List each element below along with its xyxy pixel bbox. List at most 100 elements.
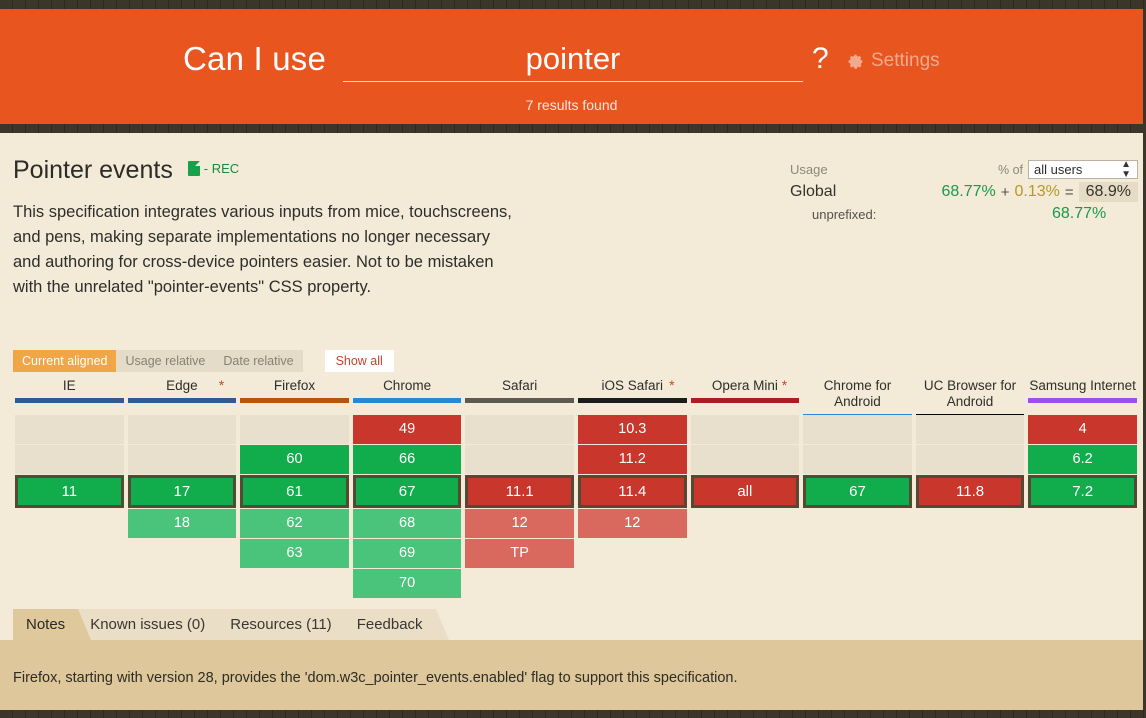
audience-select[interactable]: all users ▲ ▼ [1028,159,1138,179]
browser-color-bar [127,398,237,403]
browser-color-bar [690,398,800,403]
filter-button-usage-relative[interactable]: Usage relative [116,350,215,372]
browser-version-grid: 11 17 18 60 61 62 63 49 66 67 68 69 70 11.1 12 TP 10.3 11… [13,415,1139,599]
tab-known-issues-0[interactable]: Known issues (0) [77,609,232,640]
version-cell[interactable] [127,415,237,444]
browser-color-bar [577,398,687,403]
tab-notes[interactable]: Notes [13,609,92,640]
browser-column-header: Safari [463,375,576,419]
browser-column-header: Chrome [351,375,464,419]
version-cell[interactable] [240,415,349,444]
search-input[interactable] [343,37,803,82]
current-version-cell[interactable]: 17 [127,475,237,508]
detail-tabs: Notes Known issues (0) Resources (11) Feedb… [13,607,449,640]
version-cell[interactable]: 70 [352,569,462,598]
version-cell[interactable] [803,445,912,474]
browser-name: UC Browser for Android [923,378,1017,409]
search-field-wrapper [343,37,803,84]
browser-version-column: all [689,415,802,509]
filter-button-date-relative[interactable]: Date relative [214,350,303,372]
version-cell[interactable]: TP [465,539,574,568]
version-cell[interactable] [15,445,124,474]
version-cell[interactable] [690,415,800,444]
browser-column-header: Chrome for Android [801,375,914,419]
version-cell[interactable]: 11.2 [577,445,687,474]
version-cell[interactable]: 60 [240,445,349,474]
usage-unprefixed-value: 68.77% [1052,205,1107,222]
show-all-button[interactable]: Show all [324,350,394,372]
version-cell[interactable] [690,445,800,474]
site-brand: Can I use [183,40,327,77]
browser-support-table: IE Edge * Firefox Chrome Safari iOS Safari * Ope… [13,375,1139,419]
site-header: Can I use ? Settings 7 results found [0,9,1143,124]
version-cell[interactable]: 6.2 [1028,445,1137,474]
browser-column-header: Edge * [126,375,239,419]
help-question-mark[interactable]: ? [812,42,829,76]
browser-name: Chrome for Android [823,378,892,409]
spec-document-icon [187,161,200,176]
browser-name: IE [62,378,76,393]
usage-global-label: Global [790,183,837,200]
browser-name: Firefox [273,378,316,393]
usage-global-total: 68.9% [1078,182,1138,202]
usage-plus-sign: + [1000,183,1010,201]
usage-label: Usage [790,162,828,177]
footnote-asterisk-icon: * [669,377,675,393]
browser-color-bar [352,398,462,403]
current-version-cell[interactable]: 61 [240,475,349,508]
current-version-cell[interactable]: 7.2 [1028,475,1137,508]
browser-header-row: IE Edge * Firefox Chrome Safari iOS Safari * Ope… [13,375,1139,419]
browser-version-column: 67 [801,415,914,509]
version-cell[interactable] [15,415,124,444]
current-version-cell[interactable]: 11 [15,475,124,508]
tab-resources-11[interactable]: Resources (11) [217,609,359,640]
usage-equals-sign: = [1064,183,1074,201]
page-title: Pointer events - REC [13,156,239,185]
feature-description: This specification integrates various in… [13,203,512,296]
browser-color-bar [240,398,349,403]
browser-column-header: iOS Safari * [576,375,689,419]
current-version-cell[interactable]: 11.8 [915,475,1025,508]
version-cell[interactable]: 18 [127,509,237,538]
version-cell[interactable]: 68 [352,509,462,538]
version-cell[interactable] [127,445,237,474]
version-cell[interactable]: 49 [352,415,462,444]
results-count: 7 results found [525,97,618,113]
usage-header-row: Usage % of all users ▲ ▼ [790,159,1138,179]
footnote-asterisk-icon: * [781,377,788,393]
browser-color-bar [465,398,574,403]
footnote-asterisk-icon: * [218,377,225,393]
version-cell[interactable]: 62 [240,509,349,538]
spec-status-label: - REC [203,161,240,176]
version-cell[interactable] [803,415,912,444]
current-version-cell[interactable]: 67 [352,475,462,508]
version-cell[interactable]: 4 [1028,415,1137,444]
filter-button-current-aligned[interactable]: Current aligned [13,350,117,372]
version-cell[interactable]: 69 [352,539,462,568]
usage-unprefixed-row: unprefixed: 68.77% [790,205,1138,223]
browser-version-column: 60 61 62 63 [238,415,351,569]
version-cell[interactable]: 63 [240,539,349,568]
usage-unprefixed-label: unprefixed: [812,206,877,222]
percent-of-label: % of [997,162,1023,177]
version-cell[interactable]: 12 [577,509,687,538]
version-cell[interactable]: 10.3 [577,415,687,444]
browser-version-column: 11.1 12 TP [463,415,576,569]
version-cell[interactable]: 66 [352,445,462,474]
version-cell[interactable] [465,445,574,474]
browser-version-column: 49 66 67 68 69 70 [351,415,464,599]
version-cell[interactable] [915,445,1025,474]
settings-button[interactable]: Settings [847,50,940,72]
spec-status-badge[interactable]: - REC [187,161,240,176]
window-chrome-top [0,0,1146,9]
browser-column-header: UC Browser for Android [914,375,1027,419]
version-cell[interactable]: 12 [465,509,574,538]
usage-global-partial: 0.13% [1014,183,1060,200]
current-version-cell[interactable]: 11.1 [465,475,574,508]
current-version-cell[interactable]: 67 [803,475,912,508]
version-cell[interactable] [465,415,574,444]
current-version-cell[interactable]: 11.4 [577,475,687,508]
version-cell[interactable] [915,415,1025,444]
current-version-cell[interactable]: all [690,475,800,508]
view-filter-group: Current aligned Usage relative Date relati… [13,350,394,372]
